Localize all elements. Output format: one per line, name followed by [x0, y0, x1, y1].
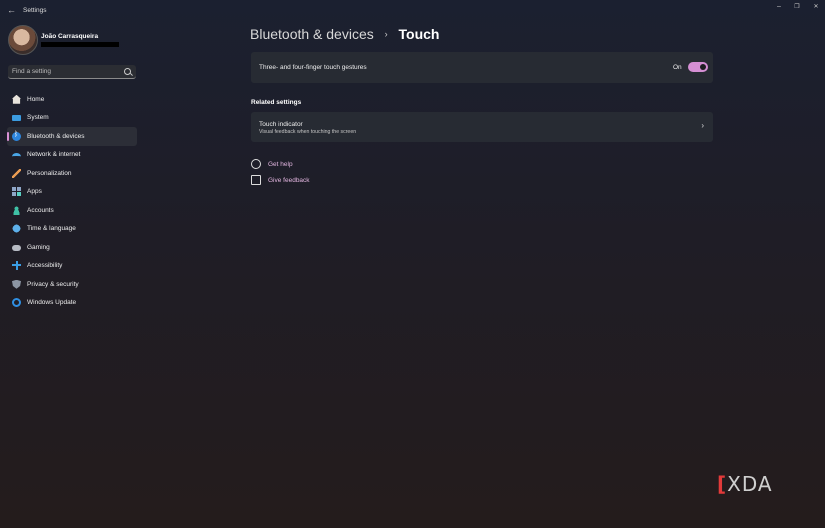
- sidebar-item-accessibility[interactable]: Accessibility: [7, 257, 137, 276]
- sidebar-item-label: Network & internet: [27, 151, 81, 159]
- chevron-right-icon: ›: [701, 121, 704, 130]
- sidebar-item-bluetooth-devices[interactable]: Bluetooth & devices: [7, 127, 137, 146]
- xda-bracket: [: [717, 472, 728, 496]
- wifi-icon: [12, 152, 21, 160]
- profile-name: João Carrasqueira: [41, 33, 99, 40]
- gamepad-icon: [12, 245, 21, 252]
- chevron-right-icon: ›: [384, 29, 388, 39]
- sidebar-item-apps[interactable]: Apps: [7, 183, 137, 202]
- xda-watermark-logo: [XDA: [717, 472, 773, 496]
- touch-indicator-description: Visual feedback when touching the screen: [259, 129, 357, 135]
- sidebar-item-system[interactable]: System: [7, 109, 137, 128]
- apps-icon: [12, 187, 21, 197]
- sidebar-item-personalization[interactable]: Personalization: [7, 164, 137, 183]
- accessibility-icon: [12, 261, 21, 271]
- touch-gestures-label: Three- and four-finger touch gestures: [259, 64, 367, 71]
- get-help-link-row[interactable]: Get help: [251, 159, 293, 169]
- sidebar-item-time-language[interactable]: Time & language: [7, 220, 137, 239]
- touch-indicator-card[interactable]: Touch indicator Visual feedback when tou…: [251, 112, 713, 142]
- sidebar-item-label: Privacy & security: [27, 280, 79, 288]
- person-icon: [12, 205, 21, 215]
- touch-gestures-card: Three- and four-finger touch gestures On: [251, 52, 713, 83]
- paintbrush-icon: [12, 168, 21, 178]
- breadcrumb: Bluetooth & devices › Touch: [250, 26, 440, 42]
- touch-gestures-toggle[interactable]: [688, 62, 708, 72]
- avatar[interactable]: [8, 25, 38, 55]
- sidebar-item-network[interactable]: Network & internet: [7, 146, 137, 165]
- app-title: Settings: [23, 7, 47, 14]
- title-bar: ← Settings – ❐ ✕: [0, 0, 825, 20]
- sidebar-item-label: Accounts: [27, 206, 54, 214]
- redacted-email: [41, 42, 119, 47]
- sidebar-item-gaming[interactable]: Gaming: [7, 238, 137, 257]
- touch-indicator-title: Touch indicator: [259, 121, 303, 128]
- page-title: Touch: [398, 26, 440, 42]
- feedback-icon: [251, 175, 261, 185]
- xda-logo-text: XDA: [727, 472, 773, 496]
- shield-icon: [12, 279, 21, 289]
- sidebar-item-label: Bluetooth & devices: [27, 132, 85, 140]
- sidebar-item-label: Windows Update: [27, 299, 77, 307]
- sidebar-item-label: Accessibility: [27, 262, 63, 270]
- breadcrumb-parent[interactable]: Bluetooth & devices: [250, 26, 374, 42]
- toggle-state-text: On: [673, 64, 682, 71]
- search-icon[interactable]: [124, 68, 131, 75]
- give-feedback-link[interactable]: Give feedback: [268, 177, 310, 184]
- close-icon[interactable]: ✕: [808, 2, 824, 12]
- globe-clock-icon: [12, 224, 21, 234]
- sidebar-item-accounts[interactable]: Accounts: [7, 201, 137, 220]
- sidebar-item-label: Home: [27, 95, 45, 103]
- give-feedback-link-row[interactable]: Give feedback: [251, 175, 310, 185]
- sidebar-item-label: Personalization: [27, 169, 72, 177]
- update-icon: [12, 298, 21, 308]
- monitor-icon: [12, 115, 21, 122]
- sidebar-item-label: Gaming: [27, 243, 50, 251]
- sidebar-item-windows-update[interactable]: Windows Update: [7, 294, 137, 313]
- get-help-link[interactable]: Get help: [268, 161, 293, 168]
- back-arrow-icon[interactable]: ←: [7, 4, 17, 16]
- sidebar-item-label: Apps: [27, 188, 42, 196]
- sidebar-nav: Home System Bluetooth & devices Network …: [7, 90, 137, 312]
- sidebar-item-privacy-security[interactable]: Privacy & security: [7, 275, 137, 294]
- maximize-icon[interactable]: ❐: [789, 2, 805, 12]
- sidebar-item-home[interactable]: Home: [7, 90, 137, 109]
- minimize-icon[interactable]: –: [771, 2, 787, 12]
- related-settings-heading: Related settings: [251, 99, 302, 106]
- search-input[interactable]: [12, 66, 122, 77]
- help-icon: [251, 159, 261, 169]
- sidebar-item-label: Time & language: [27, 225, 76, 233]
- sidebar-item-label: System: [27, 114, 49, 122]
- home-icon: [12, 94, 21, 104]
- search-box[interactable]: [8, 65, 136, 79]
- bluetooth-icon: [12, 131, 21, 141]
